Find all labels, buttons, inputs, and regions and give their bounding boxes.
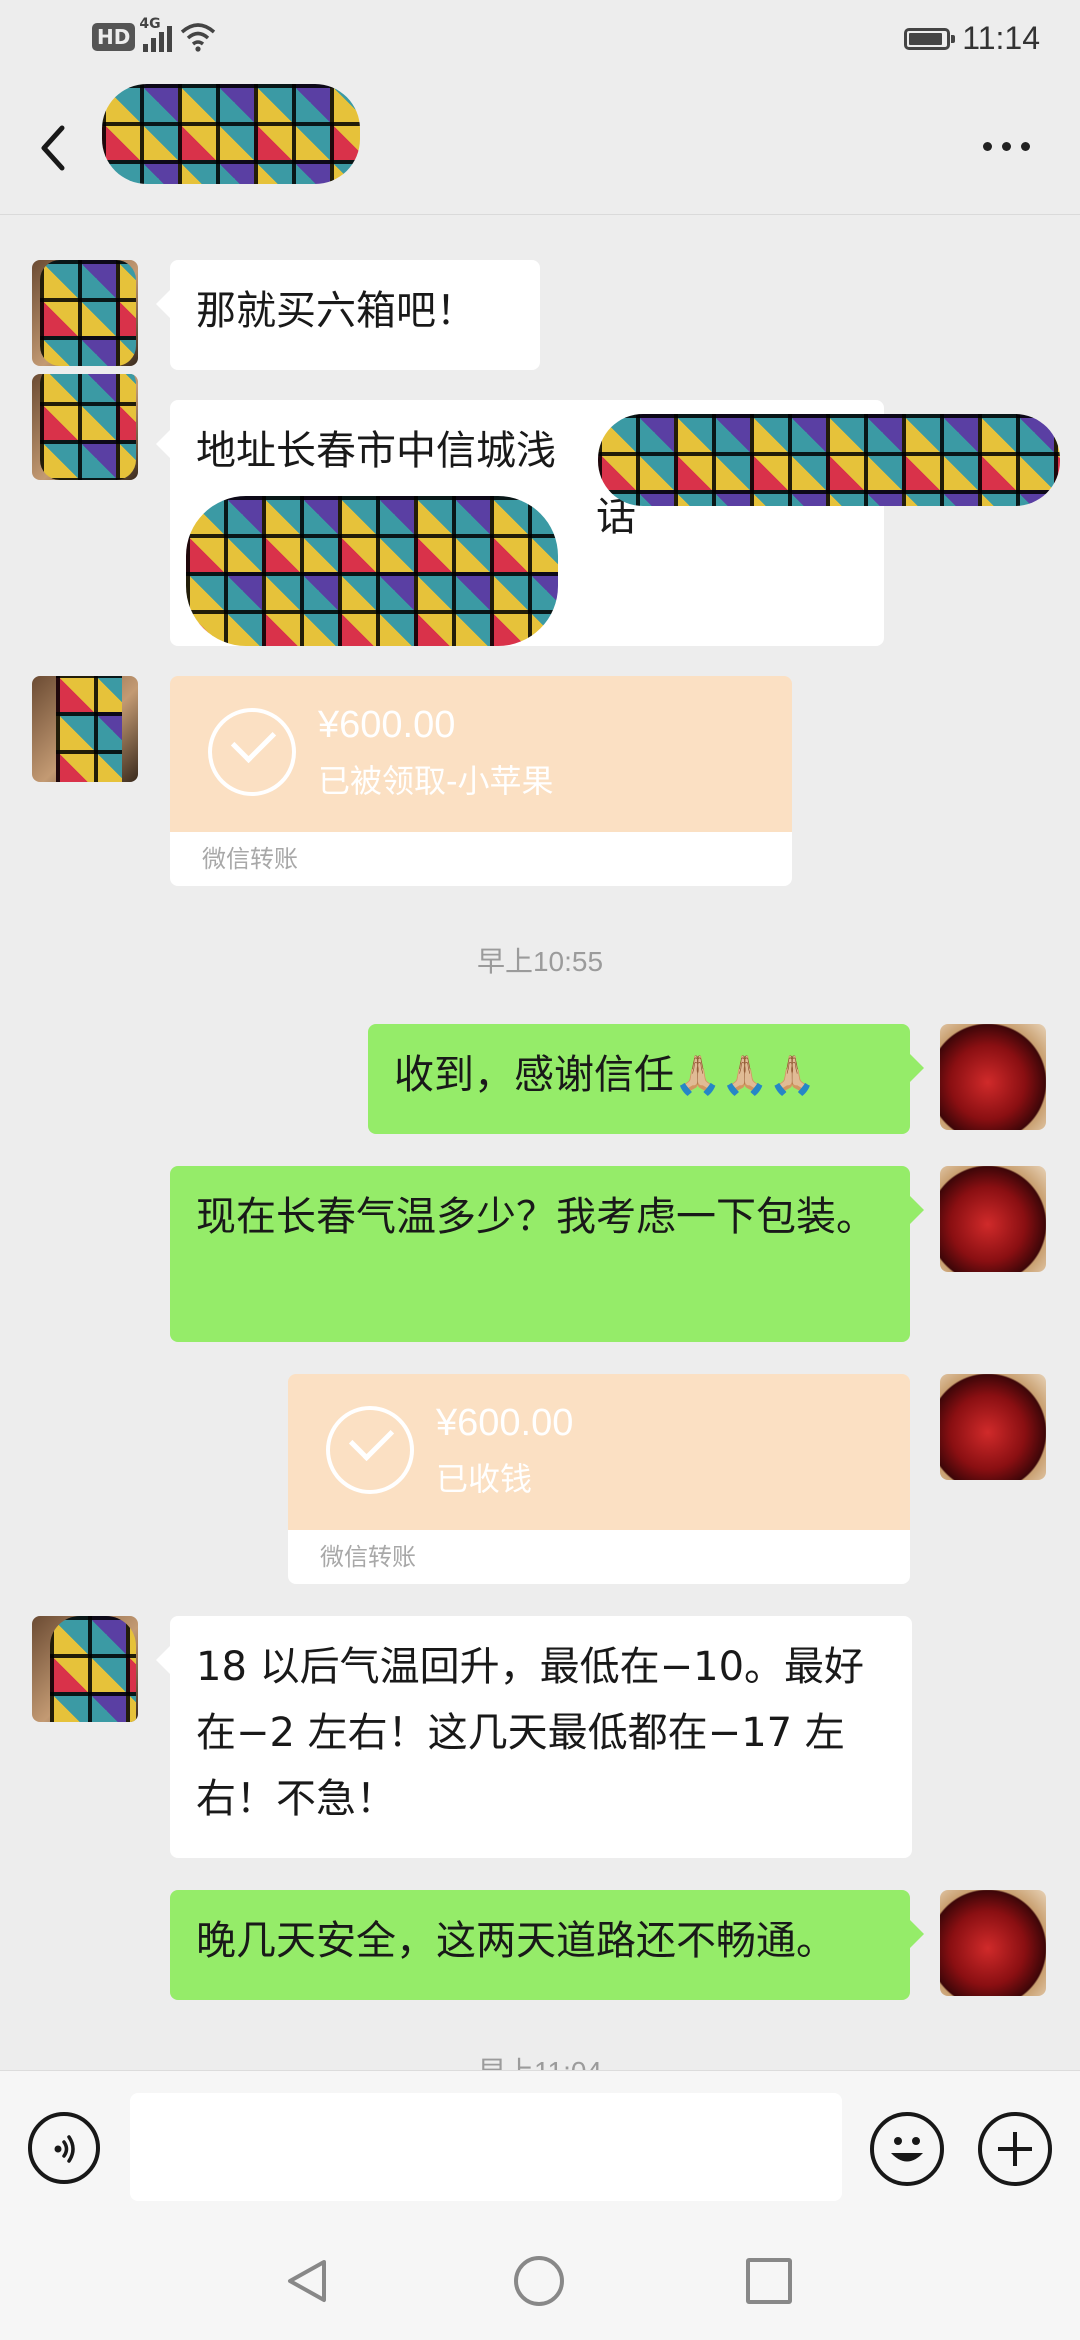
nav-recents-icon[interactable] [746,2258,792,2304]
my-avatar[interactable] [940,1024,1046,1130]
transfer-card[interactable]: ¥600.00 已收钱 微信转账 [288,1374,910,1584]
transfer-amount: ¥600.00 [436,1402,574,1444]
message-bubble[interactable]: 18 以后气温回升，最低在−10。最好在−2 左右！这几天最低都在−17 左右！… [156,1616,912,1858]
contact-avatar[interactable] [32,374,138,480]
contact-avatar[interactable] [32,676,138,782]
status-right: 11:14 [904,20,1040,57]
status-bar: HD 4G 11:14 [0,0,1080,84]
redacted-address-line2 [186,496,558,646]
redacted-avatar [40,374,136,480]
redacted-avatar [50,1616,136,1722]
chat-header [0,84,1080,215]
contact-avatar[interactable] [32,260,138,366]
battery-icon [904,27,956,50]
message-bubble[interactable]: 那就买六箱吧！ [156,260,540,370]
transfer-status: 已被领取-小苹果 [318,762,554,800]
message-text: 现在长春气温多少？我考虑一下包装。 [196,1194,876,1240]
message-bubble[interactable]: 收到，感谢信任🙏🏼🙏🏼🙏🏼 [368,1024,924,1134]
transfer-card-top: ¥600.00 已收钱 [288,1374,910,1530]
my-avatar[interactable] [940,1374,1046,1480]
message-bubble[interactable]: 晚几天安全，这两天道路还不畅通。 [170,1890,924,2000]
clock: 11:14 [962,20,1040,56]
wifi-icon [181,23,216,52]
input-bar [0,2070,1080,2225]
hd-indicator: HD [92,23,136,51]
redacted-avatar [56,676,122,782]
transfer-card[interactable]: ¥600.00 已被领取-小苹果 微信转账 [170,676,792,886]
smiley-icon[interactable] [870,2112,944,2186]
transfer-label: 微信转账 [170,832,792,886]
redacted-avatar [40,260,136,366]
my-avatar[interactable] [940,1890,1046,1996]
signal-icon: 4G [139,16,173,52]
network-type: 4G [139,16,161,32]
message-text: 收到，感谢信任 [394,1052,674,1098]
check-icon [208,708,296,796]
message-bubble[interactable]: 现在长春气温多少？我考虑一下包装。 [170,1166,924,1342]
more-dots-icon[interactable] [983,142,1030,151]
nav-home-icon[interactable] [514,2256,564,2306]
message-list[interactable]: 那就买六箱吧！ 地址长春市中信城浅 话 ¥600.00 已被领取-小苹果 微信转… [0,214,1080,2070]
timestamp: 早上10:55 [476,946,604,977]
transfer-amount: ¥600.00 [318,704,456,746]
transfer-card-top: ¥600.00 已被领取-小苹果 [170,676,792,832]
check-icon [326,1406,414,1494]
redacted-contact-name [102,84,360,184]
message-text: 18 以后气温回升，最低在−10。最好在−2 左右！这几天最低都在−17 左右！… [196,1644,865,1822]
my-avatar[interactable] [940,1166,1046,1272]
prayer-hands-emoji: 🙏🏼🙏🏼🙏🏼 [674,1053,816,1097]
timestamp: 早上11:04 [0,2050,1080,2070]
transfer-status: 已收钱 [436,1460,533,1498]
plus-icon[interactable] [978,2112,1052,2186]
redacted-address [598,414,1060,506]
system-navigation-bar [0,2224,1080,2340]
contact-avatar[interactable] [32,1616,138,1722]
nav-back-icon[interactable] [282,2256,332,2306]
status-left: HD 4G [92,16,216,52]
message-bubble[interactable]: 地址长春市中信城浅 话 [156,400,1060,646]
message-text: 那就买六箱吧！ [196,288,476,334]
message-text: 晚几天安全，这两天道路还不畅通。 [196,1918,836,1964]
voice-icon[interactable] [28,2112,100,2184]
chevron-left-icon[interactable] [32,120,82,176]
transfer-label: 微信转账 [288,1530,910,1584]
message-input[interactable] [130,2093,842,2201]
